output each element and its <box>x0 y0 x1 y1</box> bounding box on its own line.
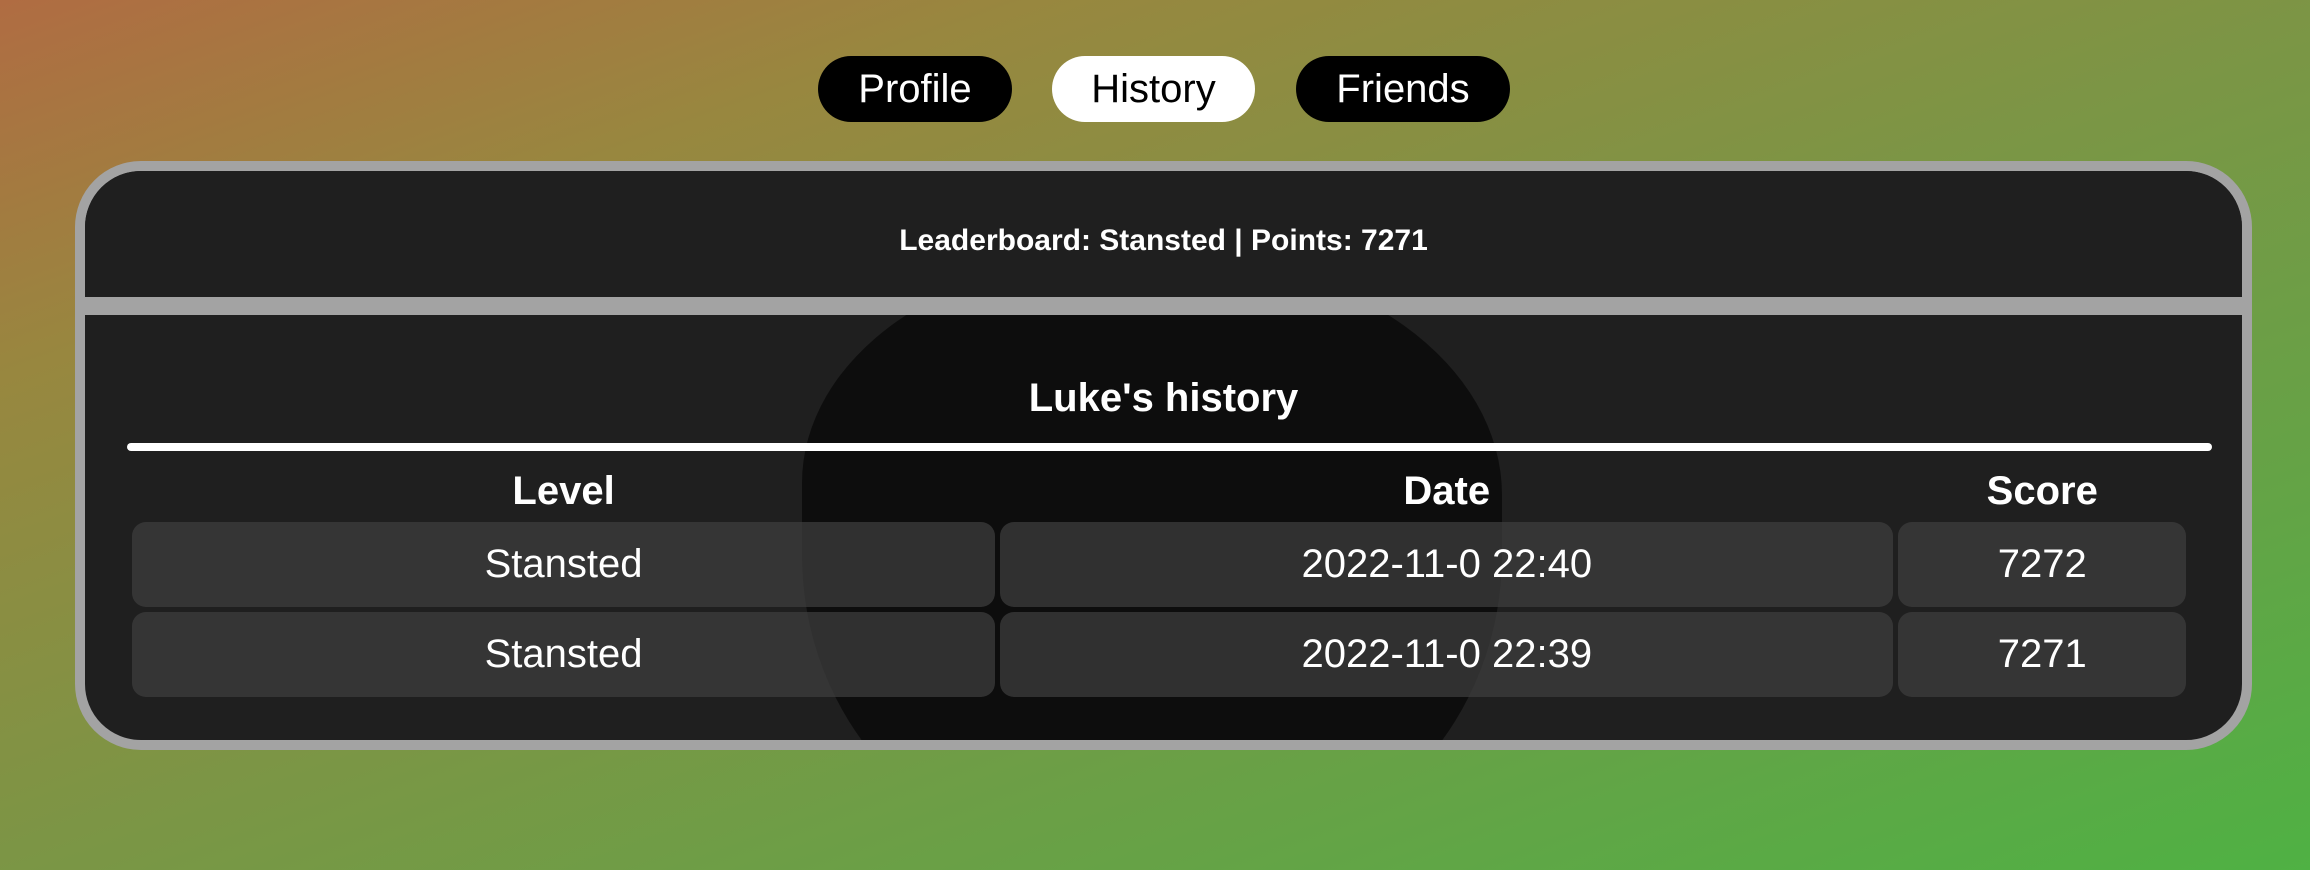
tab-history[interactable]: History <box>1052 56 1255 122</box>
history-panel: Leaderboard: Stansted | Points: 7271 Luk… <box>75 161 2252 750</box>
cell-date: 2022-11-0 22:39 <box>1000 612 1894 697</box>
column-header-date: Date <box>1403 468 1491 513</box>
history-title: Luke's history <box>1028 376 1299 420</box>
cell-score: 7272 <box>1898 522 2186 607</box>
title-rule <box>127 443 2212 451</box>
tab-profile[interactable]: Profile <box>818 56 1012 122</box>
column-header-score: Score <box>1986 468 2098 513</box>
table-header-row: Level Date Score <box>132 465 2186 517</box>
history-table: Level Date Score Stansted 2022-11-0 22:4… <box>127 460 2191 702</box>
header-divider <box>85 297 2242 315</box>
leaderboard-header: Leaderboard: Stansted | Points: 7271 <box>85 171 2242 297</box>
leaderboard-summary: Leaderboard: Stansted | Points: 7271 <box>899 224 1428 257</box>
tab-bar: Profile History Friends <box>0 56 2310 122</box>
column-header-level: Level <box>512 468 615 513</box>
table-row: Stansted 2022-11-0 22:39 7271 <box>132 612 2186 697</box>
cell-score: 7271 <box>1898 612 2186 697</box>
cell-date: 2022-11-0 22:40 <box>1000 522 1894 607</box>
table-row: Stansted 2022-11-0 22:40 7272 <box>132 522 2186 607</box>
tab-friends[interactable]: Friends <box>1296 56 1510 122</box>
cell-level: Stansted <box>132 612 996 697</box>
cell-level: Stansted <box>132 522 996 607</box>
